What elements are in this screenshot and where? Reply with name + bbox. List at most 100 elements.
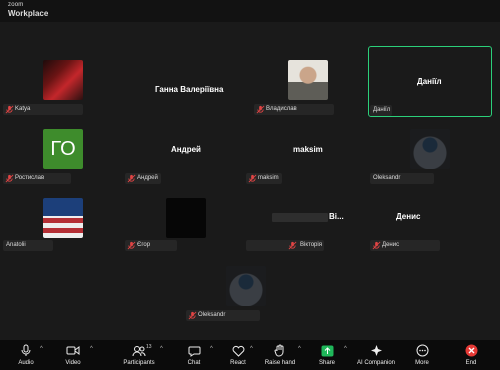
participant-name-tag: Андрей	[125, 173, 161, 184]
mic-muted-icon	[127, 174, 136, 183]
end-meeting-button[interactable]: End	[451, 344, 491, 366]
end-label: End	[465, 360, 477, 366]
mic-muted-icon	[127, 241, 136, 250]
participants-count: 13	[146, 344, 152, 350]
participant-name-tag: Даніїл	[370, 105, 392, 116]
participant-video	[43, 198, 83, 238]
mic-muted-icon	[5, 105, 14, 114]
audio-options-caret-icon[interactable]: ^	[40, 346, 43, 352]
raise-hand-icon	[274, 344, 284, 357]
participant-display-name: Ві...	[329, 212, 344, 221]
raise-hand-label: Raise hand	[264, 360, 296, 366]
video-camera-icon	[66, 346, 80, 355]
share-screen-icon	[321, 345, 333, 356]
gallery-view: Katya Ганна Валеріївна Владислав Даніїл …	[0, 22, 500, 340]
participant-tile[interactable]: maksim maksim	[246, 127, 370, 197]
participants-button[interactable]: Participants	[118, 344, 160, 366]
participant-display-name: Андрей	[171, 145, 201, 154]
participant-tile[interactable]: Денис Денис	[370, 194, 494, 264]
more-label: More	[415, 360, 429, 366]
participant-name-tag: maksim	[246, 173, 282, 184]
participant-name: Вікторія	[300, 242, 322, 248]
participant-avatar: ГО	[43, 129, 83, 169]
more-icon	[416, 344, 428, 357]
participant-tile[interactable]: Oleksandr	[186, 262, 310, 332]
participant-name-tag: Oleksandr	[370, 173, 434, 184]
participant-name-tag: Владислав	[254, 104, 334, 115]
ai-companion-label: AI Companion	[356, 360, 396, 366]
participant-video	[166, 198, 206, 238]
brand-logo-bottom: Workplace	[8, 9, 49, 18]
participant-tile[interactable]: Ганна Валеріївна	[125, 48, 249, 118]
chat-button[interactable]: Chat	[174, 344, 214, 366]
heart-icon	[232, 345, 244, 357]
video-button[interactable]: Video	[53, 344, 93, 366]
chat-label: Chat	[187, 360, 201, 366]
participant-video	[288, 60, 328, 100]
participant-tile[interactable]: Anatolii	[3, 194, 127, 264]
participant-name: maksim	[258, 175, 279, 181]
participant-video	[226, 266, 266, 306]
ai-companion-button[interactable]: AI Companion	[354, 344, 398, 366]
mic-muted-icon	[372, 241, 381, 250]
participant-display-name: maksim	[293, 145, 323, 154]
meeting-toolbar: Audio ^ Video ^ Participants 13 ^ Chat ^…	[0, 340, 500, 370]
title-bar: zoom Workplace	[0, 0, 500, 22]
participant-display-name: Ганна Валеріївна	[155, 85, 224, 94]
participant-display-name: Денис	[396, 212, 421, 221]
participant-name-tag: Ростислав	[3, 173, 71, 184]
react-label: React	[230, 360, 246, 366]
brand-logo-top: zoom	[8, 2, 24, 8]
participant-name-tag: Anatolii	[3, 240, 53, 251]
participant-tile[interactable]: Владислав	[253, 48, 377, 118]
chat-options-caret-icon[interactable]: ^	[210, 346, 213, 352]
mic-muted-icon	[5, 174, 14, 183]
mic-muted-icon	[188, 311, 197, 320]
participant-name-tag: Katya	[3, 104, 83, 115]
raise-hand-button[interactable]: Raise hand	[260, 344, 300, 366]
participant-name: Денис	[382, 242, 400, 248]
participant-video	[43, 60, 83, 100]
share-button[interactable]: Share	[307, 344, 347, 366]
participant-name-tag: Вікторія	[246, 240, 324, 251]
participant-name: Єгор	[137, 242, 151, 248]
participant-name: Oleksandr	[373, 175, 401, 181]
mic-muted-icon	[256, 105, 265, 114]
participant-name-tag: Денис	[370, 240, 440, 251]
end-call-icon	[465, 344, 477, 357]
participant-tile[interactable]: Ві... Вікторія	[246, 194, 370, 264]
video-options-caret-icon[interactable]: ^	[90, 346, 93, 352]
mic-muted-icon	[248, 174, 257, 183]
participants-options-caret-icon[interactable]: ^	[160, 346, 163, 352]
chat-icon	[188, 346, 200, 357]
more-button[interactable]: More	[402, 344, 442, 366]
participant-name: Ростислав	[15, 175, 45, 181]
participant-tile[interactable]: Oleksandr	[370, 127, 494, 197]
mic-muted-icon	[288, 241, 297, 250]
participant-name: Anatolii	[6, 242, 26, 248]
participant-tile-active-speaker[interactable]: Даніїл Даніїл	[368, 46, 492, 117]
participants-icon	[132, 345, 146, 356]
participant-video	[410, 129, 450, 169]
raise-hand-options-caret-icon[interactable]: ^	[298, 346, 301, 352]
share-label: Share	[318, 360, 335, 366]
participant-name: Даніїл	[373, 107, 391, 113]
participant-tile[interactable]: Єгор	[125, 194, 249, 264]
participant-name: Андрей	[137, 175, 158, 181]
participant-tile[interactable]: ГО Ростислав	[3, 127, 127, 197]
react-options-caret-icon[interactable]: ^	[250, 346, 253, 352]
sparkle-icon	[370, 345, 382, 356]
audio-label: Audio	[18, 360, 34, 366]
video-label: Video	[65, 360, 81, 366]
microphone-icon	[21, 344, 31, 356]
participant-tile[interactable]: Katya	[3, 48, 127, 118]
participants-label: Participants	[123, 360, 155, 366]
participant-name: Владислав	[266, 106, 297, 112]
participant-name: Oleksandr	[198, 312, 226, 318]
share-options-caret-icon[interactable]: ^	[344, 346, 347, 352]
participant-tile[interactable]: Андрей Андрей	[125, 127, 249, 197]
participant-name: Katya	[15, 106, 31, 112]
participant-name-tag: Oleksandr	[186, 310, 260, 321]
blurred-name	[272, 213, 328, 222]
participant-name-tag: Єгор	[125, 240, 177, 251]
